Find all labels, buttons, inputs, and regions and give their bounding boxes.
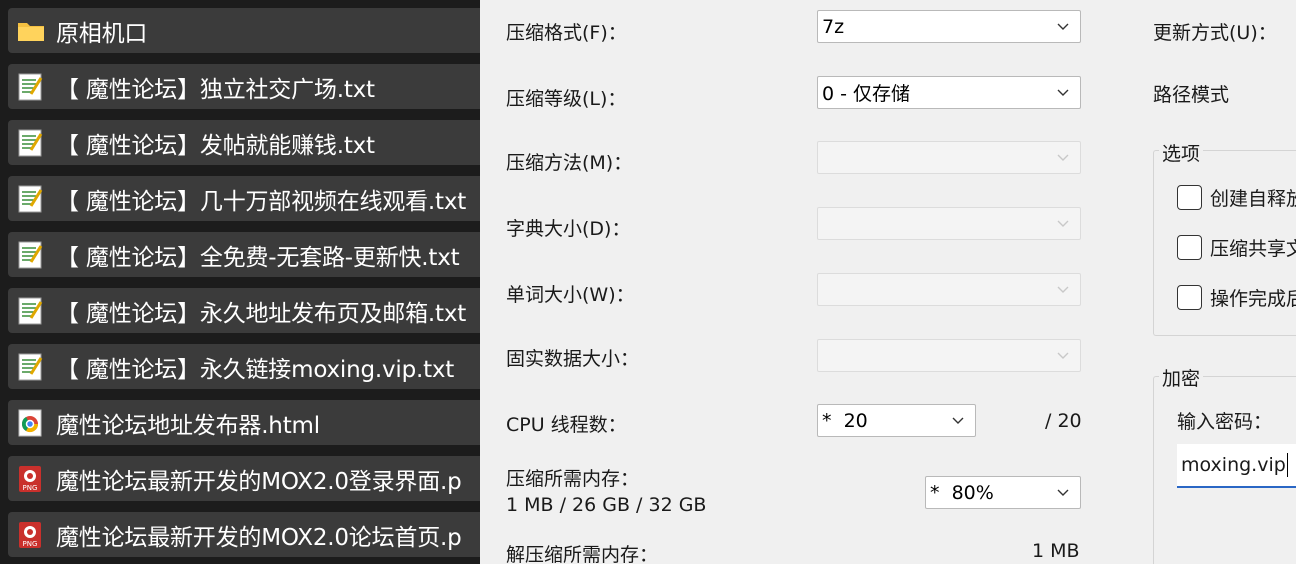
checkbox[interactable] (1177, 285, 1202, 310)
memory-value: 1 MB / 26 GB / 32 GB (506, 494, 707, 516)
format-value: 7z (822, 15, 845, 38)
file-name: 【 魔性论坛】发帖就能赚钱.txt (56, 132, 375, 159)
option-label: 创建自释放 (1210, 188, 1296, 210)
dict-size-select[interactable] (817, 207, 1081, 240)
format-select[interactable]: 7z (817, 10, 1081, 43)
text-file-icon (17, 128, 45, 158)
path-mode-label: 路径模式 (1153, 84, 1230, 106)
compress-dialog: 压缩格式(F)： 压缩等级(L)： 压缩方法(M)： 字典大小(D)： 单词大小… (480, 0, 1296, 564)
svg-text:PNG: PNG (23, 484, 38, 492)
folder-icon (17, 16, 45, 46)
method-select[interactable] (817, 141, 1081, 174)
file-row-txt[interactable]: 【 魔性论坛】全免费-无套路-更新快.txt (8, 232, 480, 277)
file-row-txt[interactable]: 【 魔性论坛】发帖就能赚钱.txt (8, 120, 480, 165)
file-row-txt[interactable]: 【 魔性论坛】永久链接moxing.vip.txt (8, 344, 480, 389)
chevron-down-icon (1057, 89, 1069, 96)
cpu-threads-select[interactable]: * 20 (817, 404, 976, 437)
file-name: 魔性论坛最新开发的MOX2.0论坛首页.p (56, 524, 462, 551)
chevron-down-icon (1057, 154, 1069, 161)
file-row-png[interactable]: PNG 魔性论坛最新开发的MOX2.0论坛首页.p (8, 512, 480, 557)
cpu-threads-label: CPU 线程数： (506, 414, 627, 436)
password-value: moxing.vip (1181, 454, 1286, 476)
checkbox[interactable] (1177, 185, 1202, 210)
file-row-html[interactable]: 魔性论坛地址发布器.html (8, 400, 480, 445)
file-row-txt[interactable]: 【 魔性论坛】独立社交广场.txt (8, 64, 480, 109)
text-file-icon (17, 296, 45, 326)
file-name: 原相机口 (56, 20, 148, 47)
password-input[interactable]: moxing.vip (1177, 444, 1296, 488)
file-name: 【 魔性论坛】永久地址发布页及邮箱.txt (56, 300, 467, 327)
png-file-icon: PNG (17, 520, 45, 550)
file-name: 【 魔性论坛】全免费-无套路-更新快.txt (56, 244, 460, 271)
text-file-icon (17, 352, 45, 382)
png-file-icon: PNG (17, 464, 45, 494)
file-row-txt[interactable]: 【 魔性论坛】几十万部视频在线观看.txt (8, 176, 480, 221)
chevron-down-icon (1057, 352, 1069, 359)
memory-label: 压缩所需内存： (506, 468, 640, 490)
file-name: 魔性论坛最新开发的MOX2.0登录界面.p (56, 468, 462, 495)
level-value: 0 - 仅存储 (822, 83, 911, 105)
file-list: 原相机口 【 魔性论坛】独立社交广场.txt 【 魔性论坛】发帖就能赚钱.txt… (0, 0, 480, 564)
decompress-memory-value: 1 MB (1032, 540, 1080, 562)
method-label: 压缩方法(M)： (506, 152, 633, 174)
level-label: 压缩等级(L)： (506, 88, 627, 110)
memory-percent-select[interactable]: * 80% (925, 476, 1081, 509)
chevron-down-icon (1057, 489, 1069, 496)
file-name: 【 魔性论坛】几十万部视频在线观看.txt (56, 188, 467, 215)
text-file-icon (17, 240, 45, 270)
solid-size-select[interactable] (817, 339, 1081, 372)
word-size-select[interactable] (817, 273, 1081, 306)
file-name: 魔性论坛地址发布器.html (56, 412, 320, 439)
option-sfx-checkbox[interactable]: 创建自释放 (1177, 184, 1296, 211)
file-row-png[interactable]: PNG 魔性论坛最新开发的MOX2.0登录界面.p (8, 456, 480, 501)
option-delete-after-checkbox[interactable]: 操作完成后 (1177, 284, 1296, 311)
svg-text:PNG: PNG (23, 540, 38, 548)
password-label: 输入密码： (1177, 411, 1273, 433)
cpu-threads-value: * 20 (822, 409, 868, 432)
format-label: 压缩格式(F)： (506, 22, 627, 44)
update-mode-label: 更新方式(U)： (1153, 22, 1277, 44)
decompress-memory-label: 解压缩所需内存： (506, 544, 659, 564)
word-size-label: 单词大小(W)： (506, 284, 635, 306)
dict-size-label: 字典大小(D)： (506, 218, 631, 240)
chevron-down-icon (1057, 286, 1069, 293)
solid-size-label: 固实数据大小： (506, 348, 640, 370)
file-row-folder[interactable]: 原相机口 (8, 8, 480, 53)
file-name: 【 魔性论坛】独立社交广场.txt (56, 76, 375, 103)
level-select[interactable]: 0 - 仅存储 (817, 76, 1081, 109)
chevron-down-icon (952, 417, 964, 424)
memory-percent-value: * 80% (930, 481, 994, 504)
encryption-title: 加密 (1159, 364, 1204, 391)
cpu-threads-total: / 20 (1045, 410, 1082, 432)
chevron-down-icon (1057, 23, 1069, 30)
chrome-html-icon (17, 408, 45, 438)
chevron-down-icon (1057, 220, 1069, 227)
file-name: 【 魔性论坛】永久链接moxing.vip.txt (56, 356, 455, 383)
options-title: 选项 (1159, 139, 1204, 166)
file-row-txt[interactable]: 【 魔性论坛】永久地址发布页及邮箱.txt (8, 288, 480, 333)
option-label: 压缩共享文 (1210, 238, 1296, 260)
option-shared-checkbox[interactable]: 压缩共享文 (1177, 234, 1296, 261)
checkbox[interactable] (1177, 235, 1202, 260)
text-caret (1286, 453, 1288, 477)
option-label: 操作完成后 (1210, 288, 1296, 310)
text-file-icon (17, 184, 45, 214)
text-file-icon (17, 72, 45, 102)
